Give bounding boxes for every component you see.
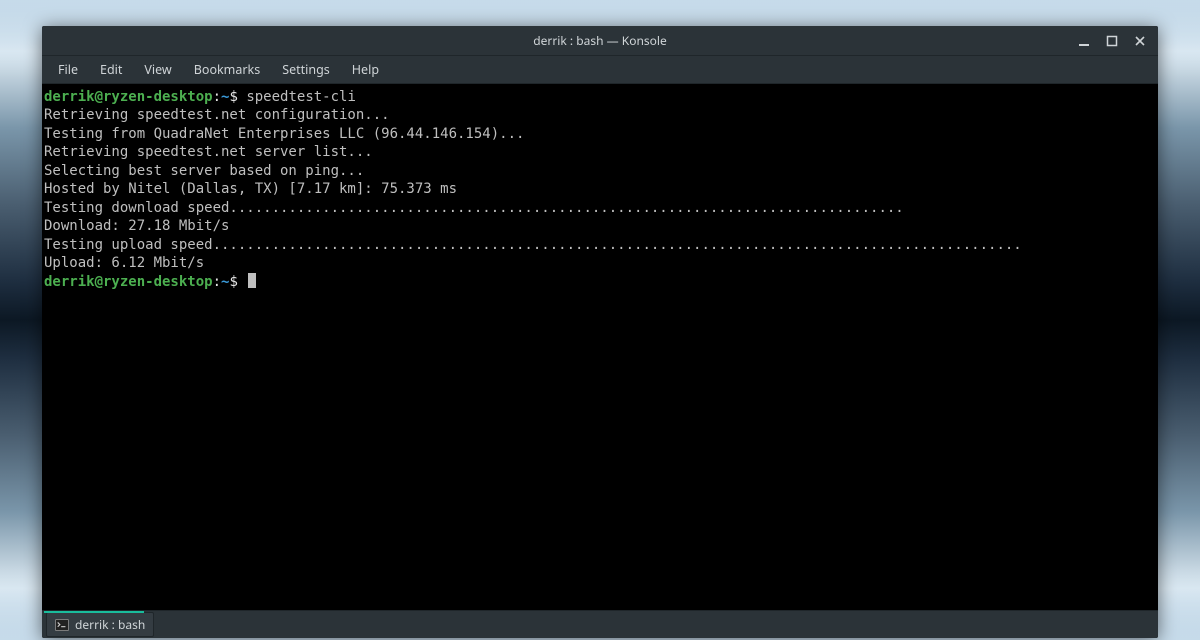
menu-file[interactable]: File: [48, 57, 88, 82]
minimize-icon: [1078, 35, 1090, 47]
menubar: File Edit View Bookmarks Settings Help: [42, 56, 1158, 84]
tab-terminal[interactable]: derrik : bash: [46, 612, 154, 637]
konsole-window: derrik : bash — Konsole File Edit View B…: [42, 26, 1158, 638]
terminal-line: Testing upload speed....................…: [44, 237, 1022, 253]
menu-edit[interactable]: Edit: [90, 57, 132, 82]
terminal-cursor: [248, 273, 256, 288]
terminal-line: Download: 27.18 Mbit/s: [44, 218, 229, 234]
terminal-line: Retrieving speedtest.net server list...: [44, 144, 373, 160]
maximize-button[interactable]: [1098, 26, 1126, 56]
terminal-area[interactable]: derrik@ryzen-desktop:~$ speedtest-cli Re…: [42, 84, 1158, 610]
window-controls: [1070, 26, 1154, 55]
maximize-icon: [1106, 35, 1118, 47]
terminal-icon: [55, 619, 69, 631]
minimize-button[interactable]: [1070, 26, 1098, 56]
active-tab-indicator: [44, 611, 144, 613]
prompt-user-host: derrik@ryzen-desktop: [44, 274, 213, 290]
prompt-separator: :: [213, 274, 221, 290]
tab-label: derrik : bash: [75, 616, 145, 633]
terminal-command: speedtest-cli: [246, 89, 356, 105]
window-title: derrik : bash — Konsole: [533, 32, 667, 49]
menu-bookmarks[interactable]: Bookmarks: [184, 57, 270, 82]
prompt-user-host: derrik@ryzen-desktop: [44, 89, 213, 105]
terminal-line: Retrieving speedtest.net configuration..…: [44, 107, 390, 123]
menu-help[interactable]: Help: [342, 57, 389, 82]
terminal-line: Upload: 6.12 Mbit/s: [44, 255, 204, 271]
prompt-symbol: $: [229, 274, 237, 290]
terminal-line: Testing download speed..................…: [44, 200, 904, 216]
terminal-line: Testing from QuadraNet Enterprises LLC (…: [44, 126, 524, 142]
menu-view[interactable]: View: [134, 57, 181, 82]
prompt-separator: :: [213, 89, 221, 105]
close-icon: [1134, 35, 1146, 47]
terminal-line: Hosted by Nitel (Dallas, TX) [7.17 km]: …: [44, 181, 457, 197]
close-button[interactable]: [1126, 26, 1154, 56]
terminal-line: Selecting best server based on ping...: [44, 163, 364, 179]
window-titlebar[interactable]: derrik : bash — Konsole: [42, 26, 1158, 56]
statusbar: derrik : bash: [42, 610, 1158, 638]
menu-settings[interactable]: Settings: [272, 57, 340, 82]
prompt-symbol: $: [229, 89, 237, 105]
